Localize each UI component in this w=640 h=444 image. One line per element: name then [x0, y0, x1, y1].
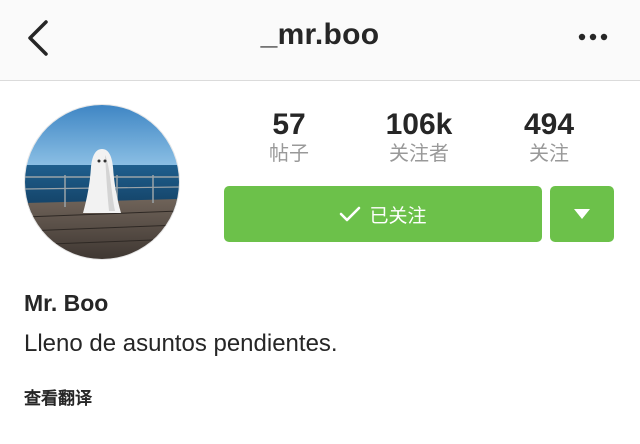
following-button[interactable]: 已关注	[224, 186, 542, 242]
top-navigation-bar: _mr.boo	[0, 0, 640, 81]
following-label: 关注	[529, 143, 569, 165]
profile-display-name: Mr. Boo	[24, 290, 109, 316]
following-button-label: 已关注	[369, 205, 427, 227]
caret-down-icon	[574, 209, 590, 219]
followers-count: 106k	[385, 108, 453, 141]
more-horizontal-icon	[578, 33, 608, 41]
followers-label: 关注者	[389, 143, 449, 165]
profile-avatar[interactable]	[24, 104, 180, 260]
see-translation-link[interactable]: 查看翻译	[24, 384, 92, 409]
more-options-button[interactable]	[576, 24, 610, 50]
profile-username-title: _mr.boo	[260, 18, 380, 51]
posts-stat[interactable]: 57 帖子	[229, 110, 349, 166]
avatar-photo	[25, 105, 179, 259]
posts-count: 57	[272, 108, 306, 141]
posts-label: 帖子	[269, 143, 309, 165]
following-stat[interactable]: 494 关注	[489, 110, 609, 166]
suggested-accounts-dropdown-button[interactable]	[550, 186, 614, 242]
following-count: 494	[523, 108, 575, 141]
followers-stat[interactable]: 106k 关注者	[359, 110, 479, 166]
profile-bio: Lleno de asuntos pendientes.	[24, 330, 338, 357]
check-icon	[340, 206, 361, 222]
